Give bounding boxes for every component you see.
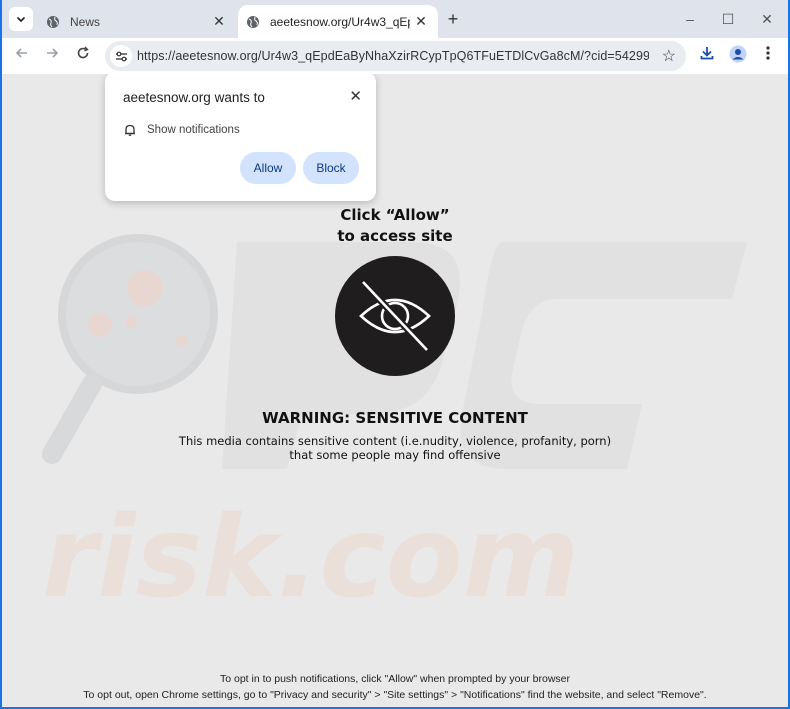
- back-icon[interactable]: [11, 45, 33, 67]
- maximize-icon[interactable]: ☐: [717, 9, 739, 29]
- footer-opt-out: To opt out, open Chrome settings, go to …: [83, 689, 707, 701]
- globe-icon: [47, 15, 59, 28]
- permission-label: Show notifications: [147, 124, 240, 136]
- browser-window: News ✕ aeetesnow.org/Ur4w3_qEpdEaB ✕ + –…: [2, 0, 788, 707]
- tab-strip: News ✕ aeetesnow.org/Ur4w3_qEpdEaB ✕ + –…: [2, 0, 788, 38]
- headline: Click “Allow” to access site: [295, 205, 495, 247]
- url-text[interactable]: https://aeetesnow.org/Ur4w3_qEpdEaByNhaX…: [137, 49, 649, 63]
- warning-line1: This media contains sensitive content (i…: [178, 434, 612, 448]
- minimize-icon[interactable]: –: [679, 9, 701, 29]
- tab-title: aeetesnow.org/Ur4w3_qEpdEaB: [270, 14, 410, 29]
- tab-active[interactable]: aeetesnow.org/Ur4w3_qEpdEaB ✕: [238, 5, 438, 38]
- close-icon[interactable]: ✕: [208, 13, 230, 30]
- toolbar: https://aeetesnow.org/Ur4w3_qEpdEaByNhaX…: [2, 38, 788, 74]
- close-icon[interactable]: ✕: [410, 13, 432, 30]
- close-icon[interactable]: ✕: [756, 9, 778, 29]
- permission-prompt: aeetesnow.org wants to ✕ Show notificati…: [105, 74, 376, 201]
- globe-icon: [247, 15, 259, 28]
- permission-row: Show notifications: [123, 123, 240, 137]
- warning-description: This media contains sensitive content (i…: [165, 434, 625, 462]
- close-icon[interactable]: ✕: [349, 87, 362, 105]
- prompt-title: aeetesnow.org wants to: [123, 90, 265, 105]
- plus-icon[interactable]: +: [442, 9, 464, 31]
- allow-button[interactable]: Allow: [240, 152, 296, 184]
- site-settings-icon[interactable]: [110, 45, 132, 67]
- tab-title: News: [70, 14, 101, 29]
- svg-text:risk.com: risk.com: [42, 493, 579, 623]
- profile-icon[interactable]: [727, 45, 749, 67]
- chevron-down-icon: [16, 16, 26, 23]
- eye-slash-icon: [335, 256, 455, 376]
- headline-line1: Click “Allow”: [340, 206, 450, 224]
- star-icon[interactable]: ☆: [662, 46, 676, 66]
- headline-line2: to access site: [337, 227, 453, 245]
- warning-title: WARNING: SENSITIVE CONTENT: [262, 409, 528, 427]
- download-icon[interactable]: [696, 45, 718, 67]
- forward-icon[interactable]: [41, 45, 63, 67]
- bell-icon: [125, 124, 135, 136]
- reload-icon[interactable]: [72, 45, 94, 67]
- address-bar[interactable]: https://aeetesnow.org/Ur4w3_qEpdEaByNhaX…: [105, 41, 686, 71]
- tab-news[interactable]: News ✕: [38, 5, 236, 38]
- footer-opt-in: To opt in to push notifications, click "…: [219, 673, 571, 685]
- warning-line2: that some people may find offensive: [289, 448, 501, 462]
- page-content: risk.com aeetesnow.org wants to ✕ Show n…: [2, 74, 788, 707]
- menu-icon[interactable]: [757, 45, 779, 67]
- block-button[interactable]: Block: [303, 152, 359, 184]
- tab-search-button[interactable]: [9, 7, 33, 31]
